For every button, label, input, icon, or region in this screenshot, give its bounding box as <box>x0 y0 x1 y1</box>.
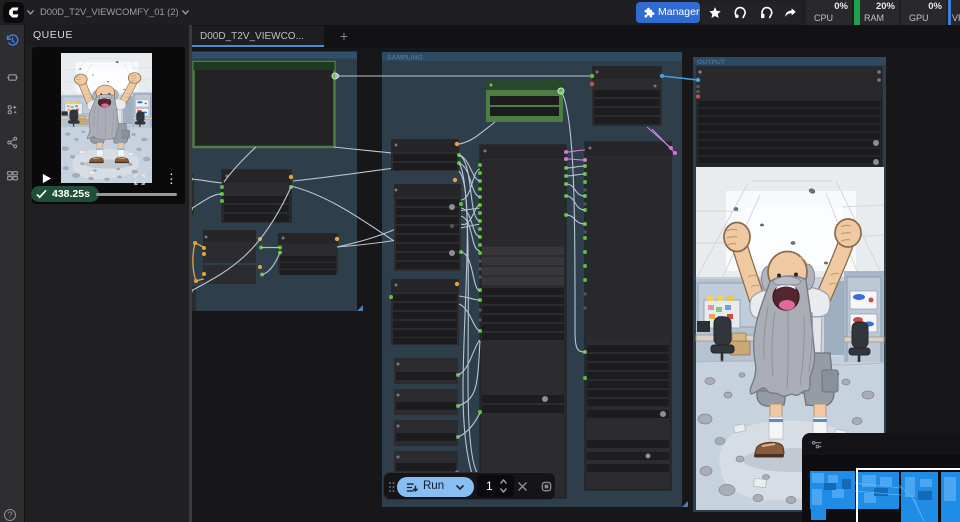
svg-text:SAMPLING: SAMPLING <box>387 54 423 61</box>
svg-text:OUTPUT: OUTPUT <box>697 59 726 66</box>
